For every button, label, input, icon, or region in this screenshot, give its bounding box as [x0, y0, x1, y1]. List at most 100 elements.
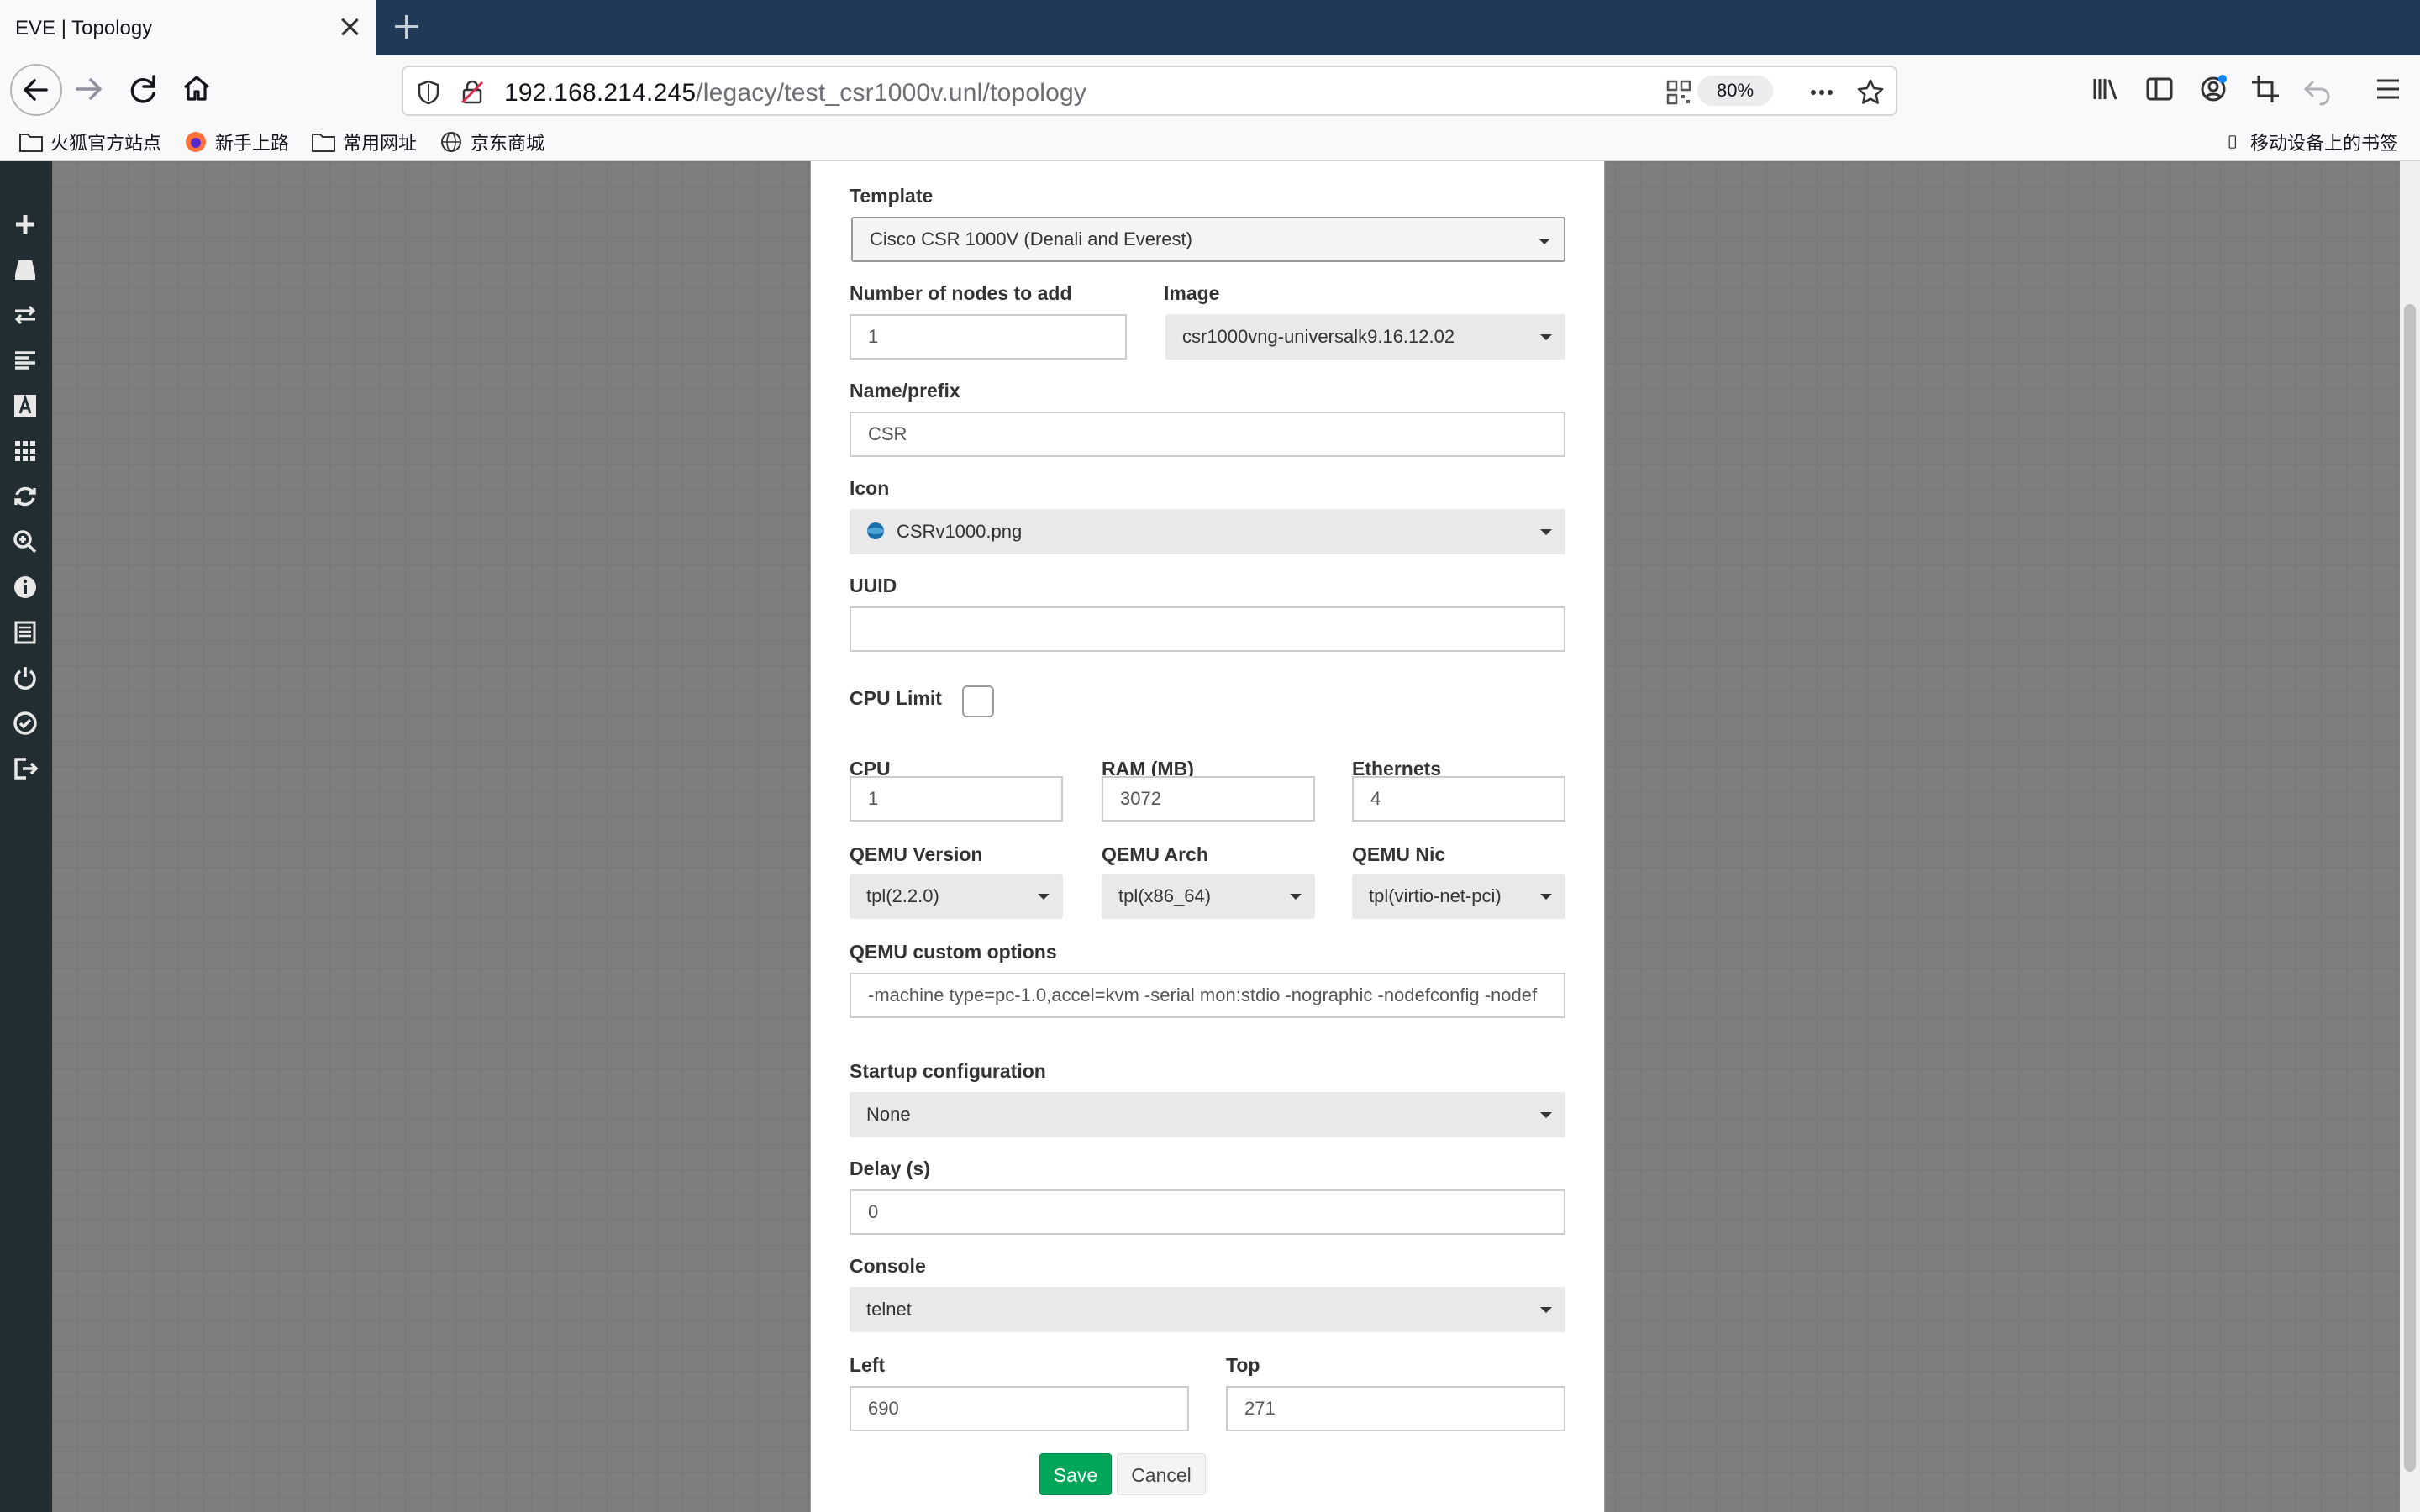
chevron-down-icon [1540, 529, 1552, 535]
tab-title: EVE | Topology [15, 17, 153, 39]
ethernets-input[interactable]: 4 [1352, 776, 1565, 822]
logout-icon[interactable] [11, 754, 39, 783]
top-input[interactable]: 271 [1226, 1386, 1565, 1431]
image-label: Image [1164, 282, 1220, 304]
ram-input[interactable]: 3072 [1102, 776, 1315, 822]
bookmark-label: 火狐官方站点 [50, 133, 162, 154]
reload-icon[interactable] [121, 67, 165, 111]
startup-config-label: Startup configuration [850, 1060, 1046, 1082]
icon-value: CSRv1000.png [897, 521, 1023, 542]
list-icon[interactable] [11, 346, 39, 375]
qemu-version-select[interactable]: tpl(2.2.0) [850, 874, 1063, 919]
bookmark-item[interactable]: 常用网址 [311, 128, 417, 156]
bookmarks-bar: 火狐官方站点 新手上路 常用网址 京东商城 移动设备上的书签 [0, 123, 2420, 161]
icon-select[interactable]: CSRv1000.png [850, 509, 1565, 554]
navigation-bar: 192.168.214.245/legacy/test_csr1000v.unl… [0, 55, 2420, 123]
qemu-nic-select[interactable]: tpl(virtio-net-pci) [1352, 874, 1565, 919]
save-button[interactable]: Save [1039, 1453, 1112, 1495]
chevron-down-icon [1540, 1112, 1552, 1118]
hamburger-menu-icon[interactable] [2366, 67, 2410, 111]
qemu-arch-select[interactable]: tpl(x86_64) [1102, 874, 1315, 919]
qemu-arch-value: tpl(x86_64) [1118, 885, 1212, 906]
info-icon[interactable] [11, 573, 39, 601]
zoom-icon[interactable] [11, 528, 39, 556]
eve-sidebar [0, 161, 52, 1512]
bookmark-label: 常用网址 [343, 133, 418, 154]
notes-icon[interactable] [11, 618, 39, 647]
cpu-limit-label: CPU Limit [850, 687, 942, 709]
firefox-icon [186, 132, 206, 152]
new-tab-icon[interactable] [392, 12, 422, 42]
screenshot-crop-icon[interactable] [2244, 67, 2287, 111]
console-value: telnet [866, 1299, 912, 1320]
top-label: Top [1226, 1354, 1260, 1376]
sidebar-toggle-icon[interactable] [2138, 67, 2181, 111]
forward-arrow-icon[interactable] [67, 67, 111, 111]
address-bar[interactable]: 192.168.214.245/legacy/test_csr1000v.unl… [402, 66, 1897, 116]
folder-icon [19, 134, 43, 152]
url-path: /legacy/test_csr1000v.unl/topology [696, 79, 1087, 107]
home-icon[interactable] [175, 67, 218, 111]
qemu-arch-label: QEMU Arch [1102, 843, 1208, 865]
chevron-down-icon [1290, 894, 1302, 900]
name-prefix-label: Name/prefix [850, 380, 960, 402]
tab-eve-topology[interactable]: EVE | Topology [0, 0, 376, 55]
back-arrow-icon[interactable] [10, 64, 62, 116]
bookmark-star-icon[interactable] [1855, 77, 1886, 108]
url-text: 192.168.214.245/legacy/test_csr1000v.unl… [504, 79, 1086, 108]
template-label: Template [850, 185, 934, 207]
add-icon[interactable] [11, 210, 39, 239]
bookmark-item[interactable]: 新手上路 [183, 128, 289, 156]
template-select[interactable]: Cisco CSR 1000V (Denali and Everest) [851, 217, 1565, 262]
cpu-limit-checkbox[interactable] [962, 685, 994, 717]
account-icon[interactable] [2191, 67, 2235, 111]
grid-icon[interactable] [11, 437, 39, 465]
chevron-down-icon [1038, 894, 1050, 900]
qr-code-icon[interactable] [1664, 77, 1694, 108]
network-icon[interactable] [11, 301, 39, 329]
qemu-nic-value: tpl(virtio-net-pci) [1369, 885, 1502, 906]
cpu-input[interactable]: 1 [850, 776, 1063, 822]
tab-close-icon[interactable] [336, 13, 363, 40]
bookmark-label: 京东商城 [471, 133, 545, 154]
uuid-label: UUID [850, 575, 897, 596]
image-select[interactable]: csr1000vng-universalk9.16.12.02 [1165, 314, 1565, 360]
left-label: Left [850, 1354, 886, 1376]
shield-icon[interactable] [413, 77, 444, 108]
console-label: Console [850, 1255, 926, 1277]
qemu-nic-label: QEMU Nic [1352, 843, 1446, 865]
qemu-version-label: QEMU Version [850, 843, 983, 865]
more-actions-icon[interactable] [1807, 77, 1837, 108]
left-input[interactable]: 690 [850, 1386, 1189, 1431]
cancel-button[interactable]: Cancel [1117, 1453, 1206, 1495]
text-icon[interactable] [11, 391, 39, 420]
nodes-count-label: Number of nodes to add [850, 282, 1072, 304]
console-select[interactable]: telnet [850, 1287, 1565, 1332]
chevron-down-icon [1539, 239, 1550, 244]
router-icon [867, 522, 884, 540]
folder-icon [312, 134, 335, 152]
uuid-input[interactable] [850, 606, 1565, 652]
chevron-down-icon [1540, 1307, 1552, 1313]
delay-input[interactable]: 0 [850, 1189, 1565, 1235]
refresh-icon[interactable] [11, 482, 39, 511]
mobile-bookmarks[interactable]: 移动设备上的书签 [2228, 128, 2398, 156]
check-icon[interactable] [11, 709, 39, 738]
tab-bar: EVE | Topology [0, 0, 2420, 55]
storage-icon[interactable] [11, 255, 39, 284]
image-value: csr1000vng-universalk9.16.12.02 [1182, 326, 1455, 347]
nodes-count-input[interactable]: 1 [850, 314, 1127, 360]
qemu-version-value: tpl(2.2.0) [866, 885, 939, 906]
zoom-level[interactable]: 80% [1697, 76, 1773, 106]
name-prefix-input[interactable]: CSR [850, 412, 1565, 457]
power-icon[interactable] [11, 664, 39, 692]
bookmark-item[interactable]: 京东商城 [439, 128, 544, 156]
library-icon[interactable] [2084, 67, 2128, 111]
insecure-lock-icon[interactable] [457, 77, 487, 108]
qemu-options-input[interactable]: -machine type=pc-1.0,accel=kvm -serial m… [850, 973, 1565, 1018]
startup-config-select[interactable]: None [850, 1092, 1565, 1137]
add-node-modal: Template Cisco CSR 1000V (Denali and Eve… [810, 161, 1605, 1512]
undo-icon[interactable] [2296, 67, 2339, 111]
scrollbar-thumb[interactable] [2404, 304, 2416, 1472]
bookmark-item[interactable]: 火狐官方站点 [18, 128, 161, 156]
